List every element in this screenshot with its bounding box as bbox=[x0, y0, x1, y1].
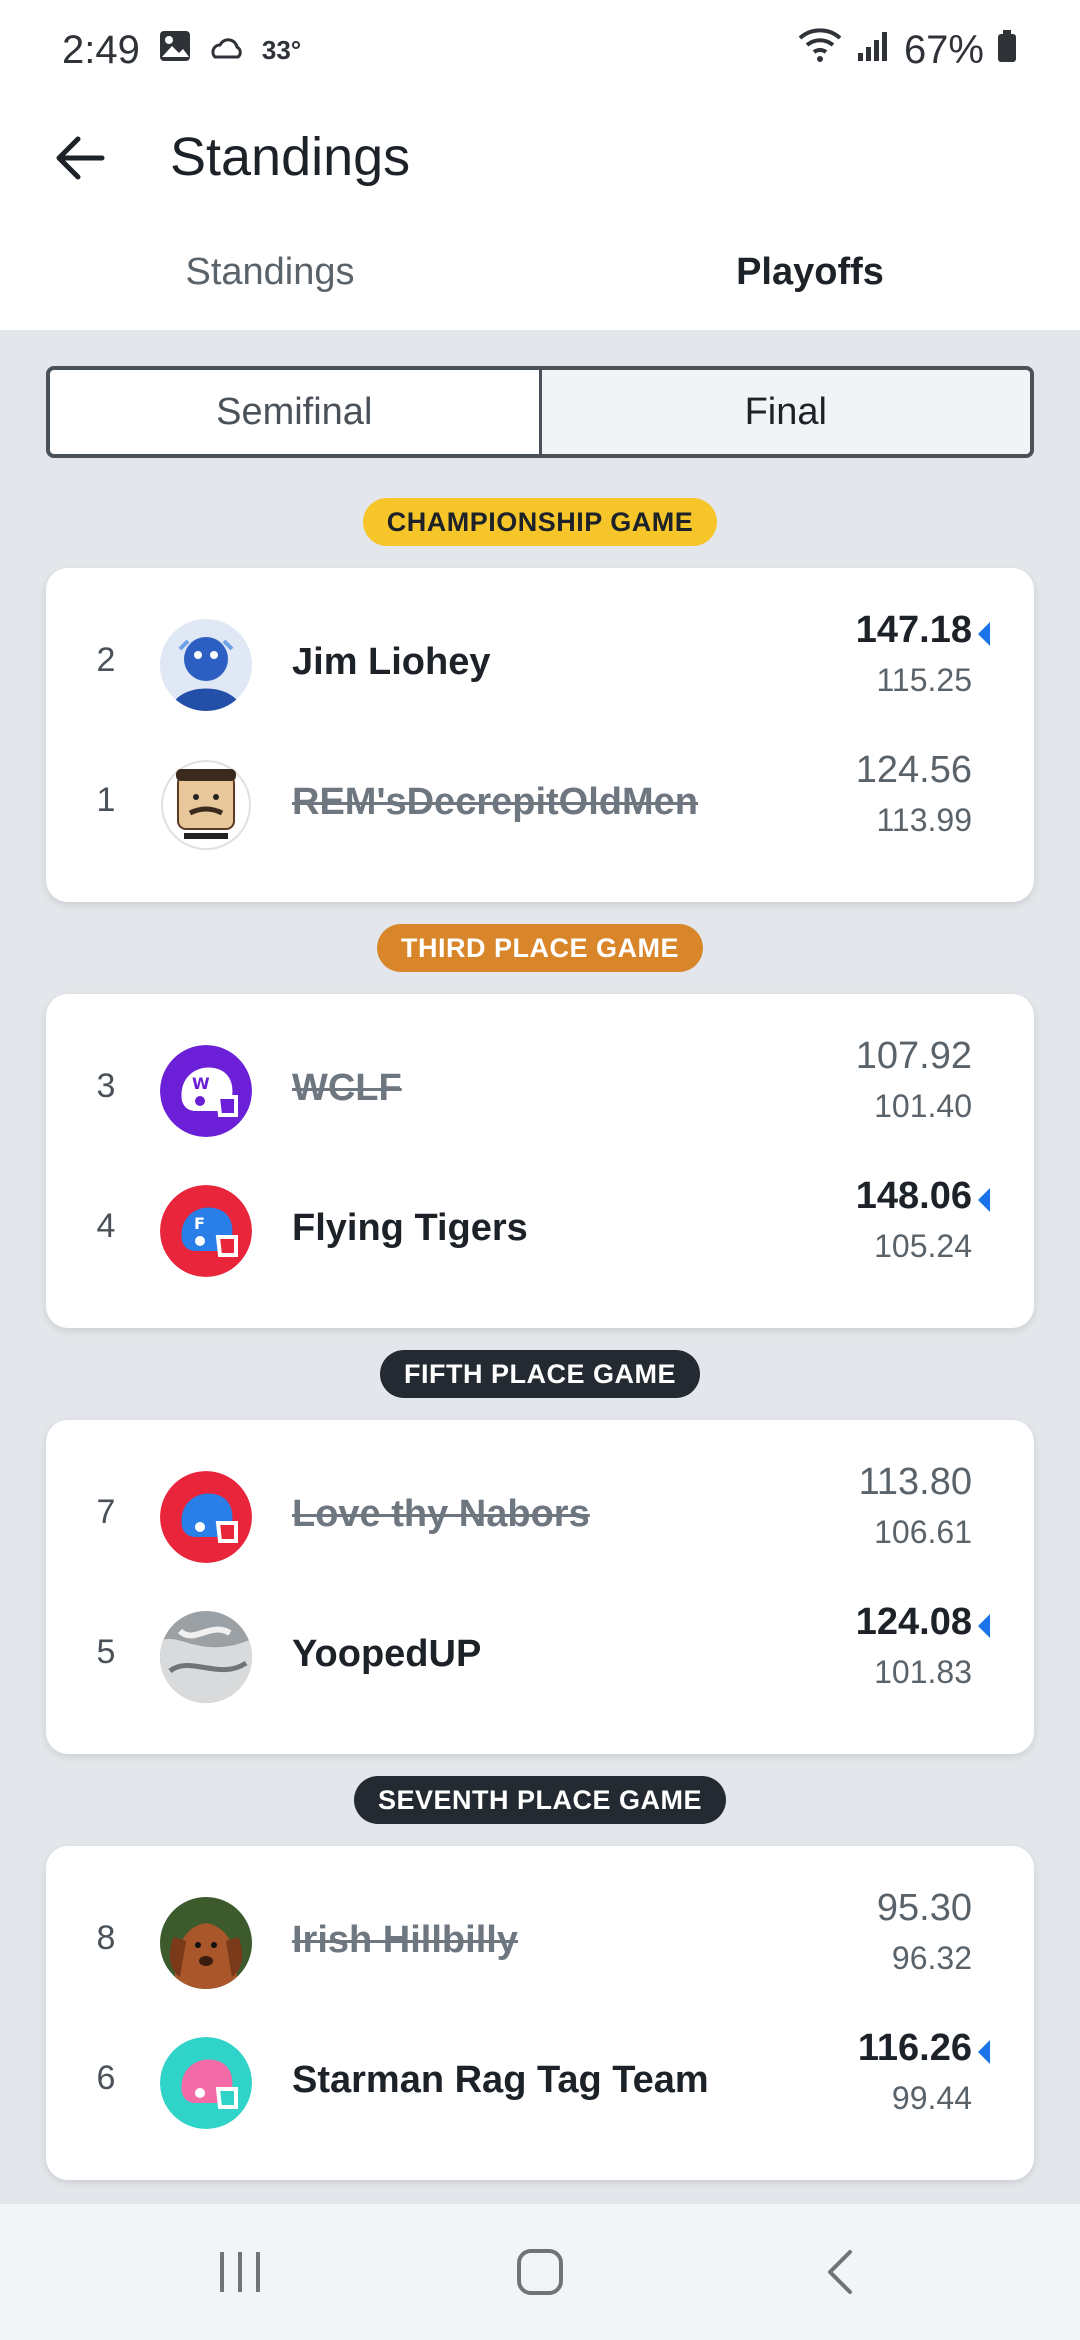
matchup-card[interactable]: 7 Love thy Nabors 113.80 106.61 5 Yooped… bbox=[46, 1420, 1034, 1754]
winner-indicator-icon bbox=[978, 1614, 990, 1638]
team-row[interactable]: 7 Love thy Nabors 113.80 106.61 bbox=[46, 1447, 1034, 1587]
team-name: Love thy Nabors bbox=[292, 1493, 590, 1535]
team-score: 124.08 bbox=[855, 1601, 972, 1643]
wifi-icon bbox=[796, 26, 844, 74]
recents-button[interactable] bbox=[180, 2222, 300, 2322]
team-seed: 7 bbox=[96, 1493, 116, 1531]
system-nav-bar bbox=[0, 2204, 1080, 2340]
team-score: 95.30 bbox=[876, 1887, 972, 1929]
team-projected-score: 101.40 bbox=[874, 1088, 972, 1124]
status-time: 2:49 bbox=[62, 27, 140, 72]
helmet-icon bbox=[160, 1471, 252, 1563]
team-row[interactable]: 1 REM'sDecrepitOldMen 124.56 113.99 bbox=[46, 735, 1034, 875]
team-projected-score: 101.83 bbox=[874, 1654, 972, 1690]
team-name: YoopedUP bbox=[292, 1633, 482, 1675]
round-selector: Semifinal Final bbox=[46, 366, 1034, 458]
winner-indicator-icon bbox=[978, 1188, 990, 1212]
team-avatar bbox=[160, 619, 252, 711]
team-name: Irish Hillbilly bbox=[292, 1919, 518, 1961]
back-icon bbox=[828, 2250, 852, 2294]
signal-icon bbox=[856, 28, 892, 73]
matchup-card[interactable]: 3 W WCLF 107.92 101.40 4 F Flying Tigers… bbox=[46, 994, 1034, 1328]
team-row[interactable]: 6 Starman Rag Tag Team 116.26 99.44 bbox=[46, 2013, 1034, 2153]
team-row[interactable]: 3 W WCLF 107.92 101.40 bbox=[46, 1021, 1034, 1161]
championship-game-label: CHAMPIONSHIP GAME bbox=[0, 498, 1080, 546]
page-title: Standings bbox=[170, 127, 411, 187]
team-seed: 4 bbox=[96, 1207, 116, 1245]
helmet-icon: F bbox=[160, 1185, 252, 1277]
app-header: Standings bbox=[0, 100, 1080, 230]
home-button[interactable] bbox=[480, 2222, 600, 2322]
seventh-place-game-label: SEVENTH PLACE GAME bbox=[0, 1776, 1080, 1824]
team-seed: 6 bbox=[96, 2059, 116, 2097]
gallery-icon bbox=[158, 28, 192, 73]
recents-icon bbox=[220, 2252, 260, 2292]
matchup-card[interactable]: 2 Jim Liohey 147.18 115.25 1 REM'sDecrep… bbox=[46, 568, 1034, 902]
team-row[interactable]: 4 F Flying Tigers 148.06 105.24 bbox=[46, 1161, 1034, 1301]
winner-indicator-icon bbox=[978, 2040, 990, 2064]
team-name: WCLF bbox=[292, 1067, 402, 1109]
team-avatar bbox=[160, 1897, 252, 1989]
team-name: REM'sDecrepitOldMen bbox=[292, 781, 698, 823]
matchup-card[interactable]: 8 Irish Hillbilly 95.30 96.32 6 Starman … bbox=[46, 1846, 1034, 2180]
team-score: 124.56 bbox=[855, 749, 972, 791]
team-seed: 8 bbox=[96, 1919, 116, 1957]
team-avatar bbox=[160, 1611, 252, 1703]
battery-icon bbox=[996, 28, 1018, 73]
team-projected-score: 115.25 bbox=[876, 662, 973, 698]
tab-bar: Standings Playoffs bbox=[0, 230, 1080, 330]
team-score: 116.26 bbox=[857, 2027, 972, 2069]
team-projected-score: 105.24 bbox=[874, 1228, 972, 1264]
team-row[interactable]: 2 Jim Liohey 147.18 115.25 bbox=[46, 595, 1034, 735]
svg-text:F: F bbox=[194, 1214, 205, 1233]
helmet-icon: W bbox=[160, 1045, 252, 1137]
segment-semifinal[interactable]: Semifinal bbox=[50, 370, 539, 454]
team-score: 113.80 bbox=[858, 1461, 972, 1503]
team-row[interactable]: 5 YoopedUP 124.08 101.83 bbox=[46, 1587, 1034, 1727]
back-button[interactable] bbox=[50, 128, 110, 188]
svg-text:W: W bbox=[192, 1074, 210, 1093]
team-score: 147.18 bbox=[855, 609, 972, 651]
status-bar: 2:49 33° 67% bbox=[0, 0, 1080, 100]
third-place-game-label: THIRD PLACE GAME bbox=[0, 924, 1080, 972]
team-seed: 3 bbox=[96, 1067, 116, 1105]
back-nav-button[interactable] bbox=[780, 2222, 900, 2322]
status-temperature: 33° bbox=[261, 34, 302, 65]
team-name: Starman Rag Tag Team bbox=[292, 2059, 709, 2101]
team-seed: 2 bbox=[96, 641, 116, 679]
home-icon bbox=[517, 2249, 563, 2295]
arrow-left-icon bbox=[56, 136, 105, 180]
fifth-place-game-label: FIFTH PLACE GAME bbox=[0, 1350, 1080, 1398]
cloud-icon bbox=[210, 28, 244, 73]
team-seed: 5 bbox=[96, 1633, 116, 1671]
team-seed: 1 bbox=[96, 781, 116, 819]
team-name: Flying Tigers bbox=[292, 1207, 528, 1249]
tab-standings[interactable]: Standings bbox=[0, 230, 540, 330]
team-score: 148.06 bbox=[855, 1175, 972, 1217]
team-projected-score: 106.61 bbox=[874, 1514, 972, 1550]
winner-indicator-icon bbox=[978, 622, 990, 646]
battery-percent: 67% bbox=[903, 27, 984, 72]
team-name: Jim Liohey bbox=[292, 641, 491, 683]
tab-playoffs[interactable]: Playoffs bbox=[540, 230, 1080, 330]
team-row[interactable]: 8 Irish Hillbilly 95.30 96.32 bbox=[46, 1873, 1034, 2013]
team-projected-score: 99.44 bbox=[891, 2080, 972, 2116]
segment-final[interactable]: Final bbox=[538, 370, 1030, 454]
team-projected-score: 96.32 bbox=[891, 1940, 972, 1976]
helmet-icon bbox=[160, 2037, 252, 2129]
team-score: 107.92 bbox=[855, 1035, 972, 1077]
team-projected-score: 113.99 bbox=[876, 802, 973, 838]
team-avatar bbox=[160, 759, 252, 851]
